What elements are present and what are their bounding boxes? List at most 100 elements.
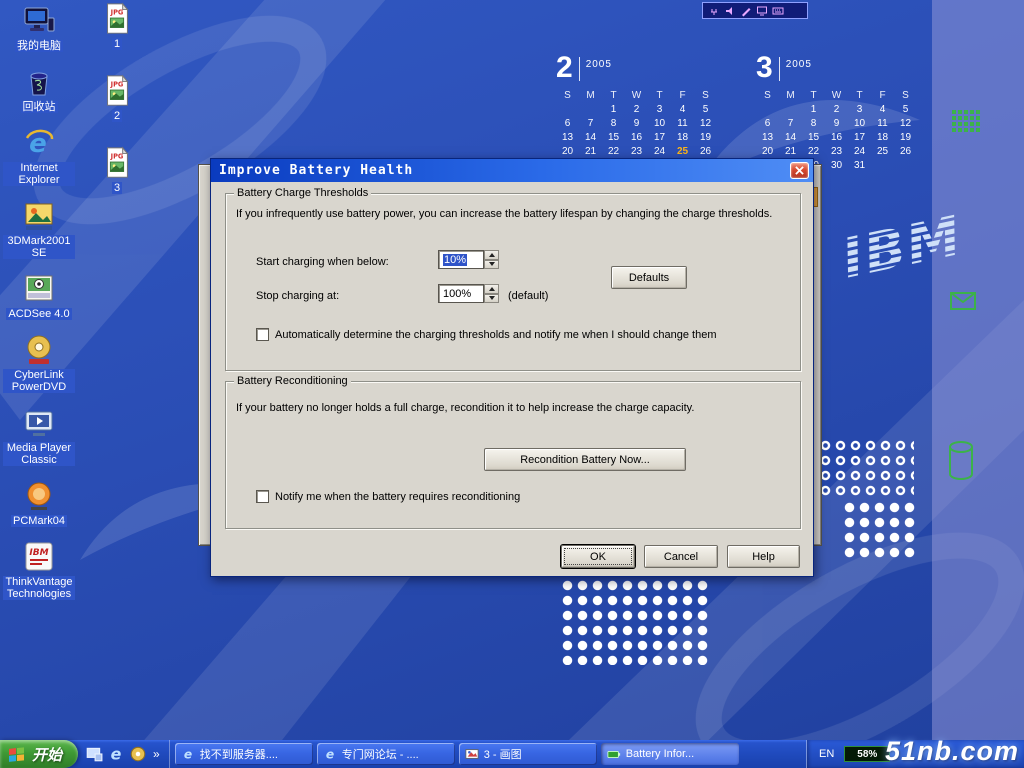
up-arrow-icon xyxy=(489,253,495,257)
jpg-file-icon: JPG xyxy=(101,2,133,36)
quick-launch: e» xyxy=(78,740,170,768)
defaults-button[interactable]: Defaults xyxy=(611,266,687,289)
start-charge-spinner-down[interactable] xyxy=(484,260,499,270)
desktop-icon-label: ThinkVantage Technologies xyxy=(3,576,75,600)
calendar-day-header: T xyxy=(802,89,825,103)
auto-determine-checkbox[interactable] xyxy=(256,328,269,341)
calendar-day-header: T xyxy=(602,89,625,103)
desktop-icon[interactable]: JPG 3 xyxy=(101,146,133,194)
desktop-icon[interactable]: JPG 1 xyxy=(101,2,133,50)
desktop-icon-label: PCMark04 xyxy=(11,515,67,527)
close-button[interactable] xyxy=(790,162,809,179)
start-charge-spinner-up[interactable] xyxy=(484,250,499,260)
3dmark-icon xyxy=(23,199,55,233)
top-tray-bar xyxy=(702,2,808,19)
stop-charge-label: Stop charging at: xyxy=(256,290,339,302)
calendar-date: 24 xyxy=(848,145,871,159)
desktop-icon[interactable]: 我的电脑 xyxy=(15,4,63,52)
task-button[interactable]: 3 - 画图 xyxy=(459,743,597,765)
task-button-label: 专门网论坛 - .... xyxy=(342,746,419,762)
desktop-icon-label: 3 xyxy=(112,182,122,194)
cancel-button[interactable]: Cancel xyxy=(644,545,718,568)
notify-recondition-row: Notify me when the battery requires reco… xyxy=(256,490,520,503)
calendar-date: 15 xyxy=(602,131,625,145)
calendar-date: 20 xyxy=(556,145,579,159)
notify-recondition-checkbox[interactable] xyxy=(256,490,269,503)
desktop-icon[interactable]: IBM ThinkVantage Technologies xyxy=(3,540,75,600)
svg-text:IBM: IBM xyxy=(29,548,48,558)
task-button[interactable]: Battery Infor... xyxy=(601,743,739,765)
recondition-description: If your battery no longer holds a full c… xyxy=(236,402,790,414)
pcmark-icon xyxy=(23,479,55,513)
pen-icon xyxy=(740,5,752,17)
dialog-title: Improve Battery Health xyxy=(219,163,790,178)
calendar-date: 7 xyxy=(579,117,602,131)
task-button[interactable]: e找不到服务器.... xyxy=(175,743,313,765)
start-charge-input[interactable]: 10% xyxy=(438,250,484,269)
tray-language-indicator[interactable]: EN xyxy=(819,748,834,760)
svg-text:e: e xyxy=(111,745,122,763)
desktop-icon[interactable]: CyberLink PowerDVD xyxy=(3,333,75,393)
calendar-date: 12 xyxy=(894,117,917,131)
dialog-titlebar[interactable]: Improve Battery Health xyxy=(211,159,813,182)
battery-percent-label: 58% xyxy=(845,747,889,761)
threshold-description: If you infrequently use battery power, y… xyxy=(236,208,790,220)
calendar-date: 13 xyxy=(556,131,579,145)
desktop-icon[interactable]: 3DMark2001 SE xyxy=(3,199,75,259)
help-button[interactable]: Help xyxy=(727,545,800,568)
calendar-date: 25 xyxy=(671,145,694,159)
calendar-date: 2 xyxy=(825,103,848,117)
calendar-date: 20 xyxy=(756,145,779,159)
calendar-date: 17 xyxy=(848,131,871,145)
calendar-date: 8 xyxy=(802,117,825,131)
start-label: 开始 xyxy=(32,744,62,765)
calendar-date: 23 xyxy=(825,145,848,159)
calendar-date: 9 xyxy=(625,117,648,131)
calendar-day-header: M xyxy=(579,89,602,103)
internet-explorer-small-icon[interactable]: e xyxy=(107,745,125,763)
calendar-date xyxy=(556,103,579,117)
svg-text:JPG: JPG xyxy=(110,152,124,160)
desktop-icon[interactable]: Media Player Classic xyxy=(3,406,75,466)
improve-battery-health-dialog: Improve Battery Health Battery Charge Th… xyxy=(210,158,814,577)
calendar-day-header: T xyxy=(648,89,671,103)
dot-pattern xyxy=(842,500,916,562)
taskbar: 开始 e» e找不到服务器....e专门网论坛 - ....3 - 画图Batt… xyxy=(0,740,1024,768)
calendar-date: 10 xyxy=(848,117,871,131)
desktop-icon[interactable]: 回收站 xyxy=(21,65,58,113)
show-desktop-small-icon[interactable] xyxy=(85,745,103,763)
calendar-date: 16 xyxy=(825,131,848,145)
desktop-icon-label: 1 xyxy=(112,38,122,50)
stop-charge-spinner-up[interactable] xyxy=(484,284,499,294)
default-note: (default) xyxy=(508,290,548,302)
recondition-battery-button[interactable]: Recondition Battery Now... xyxy=(484,448,686,471)
paint-small-icon xyxy=(465,747,479,761)
desktop-icon[interactable]: ACDSee 4.0 xyxy=(6,272,71,320)
media-small-icon[interactable] xyxy=(129,745,147,763)
calendar-day-header: S xyxy=(694,89,717,103)
start-button[interactable]: 开始 xyxy=(0,740,78,768)
calendar-year: 2005 xyxy=(586,59,612,70)
recycle-bin-icon xyxy=(23,65,55,99)
calendar-day-header: T xyxy=(848,89,871,103)
svg-text:JPG: JPG xyxy=(110,80,124,88)
calendar-day-header: F xyxy=(671,89,694,103)
calendar-date: 11 xyxy=(671,117,694,131)
stop-charge-value: 100% xyxy=(443,288,471,300)
down-arrow-icon xyxy=(489,262,495,266)
windows-flag-icon xyxy=(8,746,26,762)
quicklaunch-overflow-chevron[interactable]: » xyxy=(151,747,162,761)
svg-text:JPG: JPG xyxy=(110,8,124,16)
calendar-date: 4 xyxy=(871,103,894,117)
battery-charge-thresholds-group: Battery Charge Thresholds If you infrequ… xyxy=(225,193,801,371)
stop-charge-input[interactable]: 100% xyxy=(438,284,484,303)
tray-battery-indicator[interactable]: 58% xyxy=(844,746,890,762)
desktop-icon[interactable]: JPG2 xyxy=(101,74,133,122)
my-computer-icon xyxy=(23,4,55,38)
task-button[interactable]: e专门网论坛 - .... xyxy=(317,743,455,765)
calendar-date: 7 xyxy=(779,117,802,131)
desktop-icon[interactable]: eInternet Explorer xyxy=(3,126,75,186)
desktop-icon[interactable]: PCMark04 xyxy=(11,479,67,527)
stop-charge-spinner-down[interactable] xyxy=(484,294,499,304)
ok-button[interactable]: OK xyxy=(561,545,635,568)
